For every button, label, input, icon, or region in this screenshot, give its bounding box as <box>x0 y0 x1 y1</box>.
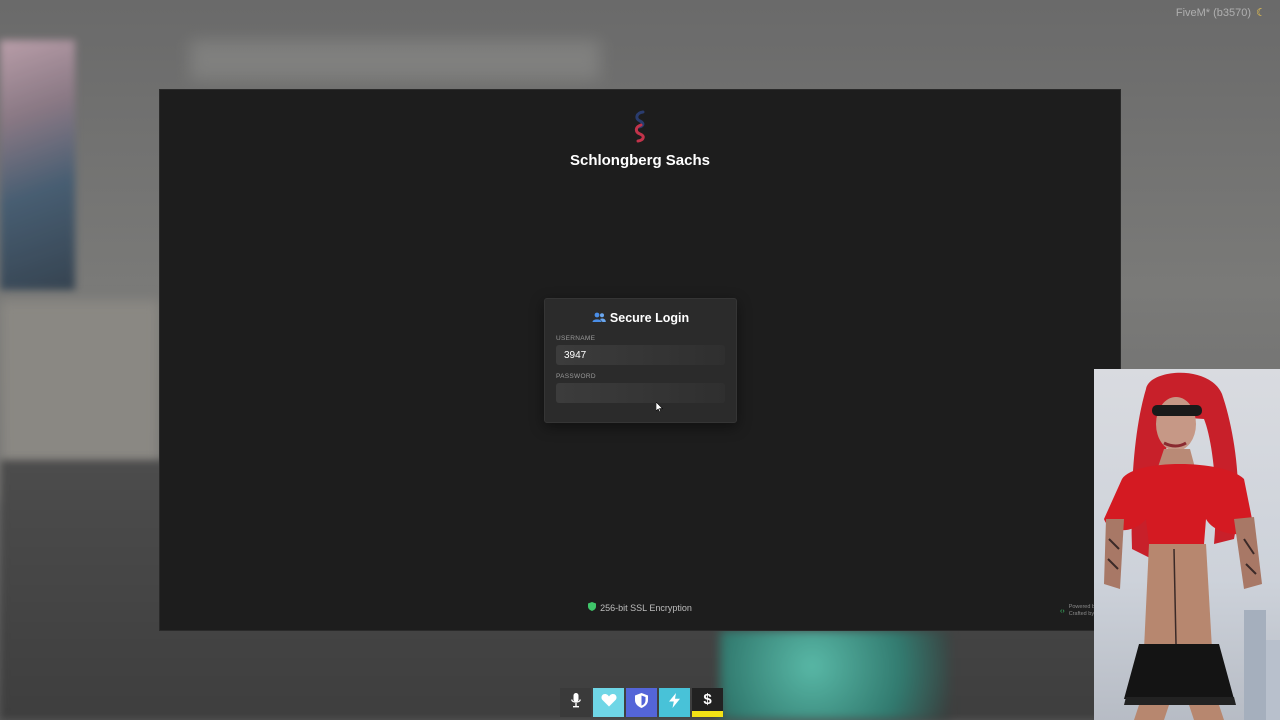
background-poster <box>0 40 75 290</box>
background-building <box>1266 640 1280 720</box>
powered-by-notice: ‹› Powered b Crafted by <box>1060 604 1095 618</box>
tablet-app-window: Schlongberg Sachs Secure Login USERNAME … <box>160 90 1120 630</box>
status-hud: $ <box>560 688 725 717</box>
login-title-text: Secure Login <box>609 311 690 325</box>
bolt-icon <box>669 692 680 713</box>
ssl-notice: 256-bit SSL Encryption <box>160 602 1120 613</box>
login-title: Secure Login <box>545 311 736 325</box>
background-window <box>190 40 600 80</box>
moon-icon: ☾ <box>1256 7 1266 19</box>
hud-armor <box>626 688 657 717</box>
users-icon <box>592 311 606 325</box>
password-label: PASSWORD <box>556 373 596 380</box>
shield-icon <box>588 602 597 613</box>
code-icon: ‹› <box>1060 607 1065 615</box>
hud-money: $ <box>692 688 723 717</box>
dollar-icon: $ <box>703 691 712 708</box>
hud-stamina <box>659 688 690 717</box>
mic-icon <box>570 692 581 713</box>
mouse-cursor-icon <box>655 399 664 413</box>
server-build-tag: FiveM* (b3570) ☾ <box>1176 6 1266 19</box>
powered-line-1: Powered b <box>1068 604 1095 610</box>
ssl-text: 256-bit SSL Encryption <box>600 602 692 613</box>
hud-voice <box>560 688 591 717</box>
brand-header: Schlongberg Sachs <box>160 110 1120 169</box>
powered-line-2: Crafted by <box>1068 611 1095 617</box>
secure-login-card: Secure Login USERNAME PASSWORD <box>544 298 737 423</box>
background-object <box>720 630 950 720</box>
heart-icon <box>600 693 617 712</box>
brand-logo-icon <box>630 110 650 144</box>
background-building <box>1244 610 1266 720</box>
brand-name: Schlongberg Sachs <box>569 152 711 169</box>
username-field[interactable] <box>556 345 725 365</box>
username-label: USERNAME <box>556 335 596 342</box>
hud-health <box>593 688 624 717</box>
server-tag-text: FiveM* (b3570) <box>1175 7 1252 19</box>
character-portrait <box>1094 369 1280 720</box>
password-field[interactable] <box>556 383 725 403</box>
shield-icon <box>635 692 648 713</box>
